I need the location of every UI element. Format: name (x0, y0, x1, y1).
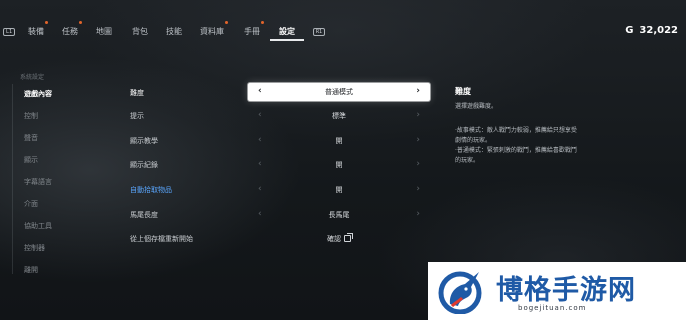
notification-dot-icon (261, 21, 264, 24)
currency-value: 32,022 (639, 25, 678, 36)
setting-label-hints: 提示 (130, 112, 144, 120)
watermark-banner: 博格手游网 bogejituan.com (428, 262, 686, 320)
tab-label: 背包 (132, 27, 148, 36)
tab-label: 任務 (62, 27, 78, 36)
notification-dot-icon (45, 21, 48, 24)
tab-manual[interactable]: 手冊 (244, 21, 264, 37)
description-line: 選擇遊戲難度。 (455, 103, 498, 110)
hints-value: 標準 (332, 112, 346, 120)
setting-label-difficulty: 難度 (130, 89, 144, 97)
description-title: 難度 (455, 87, 471, 96)
ponytail-value: 長馬尾 (328, 211, 350, 219)
unicorn-logo-icon (438, 271, 482, 314)
tab-label: 設定 (279, 27, 295, 36)
currency-display: G 32,022 (625, 25, 678, 36)
tab-database[interactable]: 資料庫 (200, 21, 228, 37)
sidebar-caption: 系統設定 (20, 74, 45, 81)
chevron-right-icon[interactable]: › (416, 209, 420, 219)
sidebar-rail (12, 84, 13, 274)
description-line: ·普通模式：緊張刺激的戰鬥，推薦給喜歡戰鬥 (455, 147, 577, 154)
tab-missions[interactable]: 任務 (62, 21, 82, 37)
difficulty-selector[interactable]: ‹ 普通模式 › (248, 83, 430, 101)
restart-confirm-label: 確認 (248, 233, 430, 244)
tab-map[interactable]: 地圖 (96, 26, 112, 37)
auto-pickup-value: 開 (335, 186, 343, 194)
setting-label-records: 顯示紀錄 (130, 161, 158, 169)
watermark-url: bogejituan.com (518, 304, 587, 312)
auto-pickup-selector[interactable]: ‹ 開 › (248, 181, 430, 199)
tab-equipment[interactable]: 裝備 (28, 21, 48, 37)
tab-inventory[interactable]: 背包 (132, 26, 148, 37)
tutorial-selector[interactable]: ‹ 開 › (248, 132, 430, 150)
tab-label: 手冊 (244, 27, 260, 36)
records-value: 開 (335, 161, 343, 169)
tab-label: 地圖 (96, 27, 112, 36)
confirm-text: 確認 (327, 235, 341, 243)
notification-dot-icon (79, 21, 82, 24)
sidebar-item-language[interactable]: 字幕語言 (24, 177, 52, 187)
description-line: ·故事模式：敵人戰鬥力較弱，推薦給只想享受 (455, 127, 577, 134)
tab-label: 裝備 (28, 27, 44, 36)
records-selector[interactable]: ‹ 開 › (248, 156, 430, 174)
chevron-right-icon[interactable]: › (416, 86, 420, 96)
chevron-right-icon[interactable]: › (416, 110, 420, 120)
sidebar-item-quit[interactable]: 離開 (24, 265, 38, 275)
restart-confirm-button[interactable]: 確認 (248, 230, 430, 248)
watermark-title: 博格手游网 (496, 275, 636, 306)
notification-dot-icon (225, 21, 228, 24)
setting-label-tutorial: 顯示教學 (130, 137, 158, 145)
sidebar-item-controller[interactable]: 控制器 (24, 243, 45, 253)
hints-selector[interactable]: ‹ 標準 › (248, 107, 430, 125)
tutorial-value: 開 (335, 137, 343, 145)
sidebar-item-display[interactable]: 顯示 (24, 155, 38, 165)
setting-label-auto-pickup: 自動拾取物品 (130, 186, 172, 194)
sidebar-item-controls[interactable]: 控制 (24, 111, 38, 121)
external-link-icon (344, 233, 353, 242)
tab-skills[interactable]: 技能 (166, 26, 182, 37)
active-tab-underline (270, 39, 304, 41)
l1-key-hint: L1 (3, 28, 15, 36)
tab-label: 資料庫 (200, 27, 224, 36)
currency-icon: G (625, 25, 634, 36)
description-line: 劇情的玩家。 (455, 137, 492, 144)
sidebar-item-sound[interactable]: 聲音 (24, 133, 38, 143)
r1-key-hint: R1 (313, 28, 325, 36)
chevron-right-icon[interactable]: › (416, 135, 420, 145)
sidebar-item-interface[interactable]: 介面 (24, 199, 38, 209)
sidebar-item-game[interactable]: 遊戲內容 (24, 89, 52, 99)
ponytail-selector[interactable]: ‹ 長馬尾 › (248, 206, 430, 224)
chevron-right-icon[interactable]: › (416, 159, 420, 169)
tab-label: 技能 (166, 27, 182, 36)
chevron-right-icon[interactable]: › (416, 184, 420, 194)
tab-settings[interactable]: 設定 (279, 26, 295, 37)
description-line: 的玩家。 (455, 157, 480, 164)
setting-label-ponytail: 馬尾長度 (130, 211, 158, 219)
top-nav: L1 裝備 任務 地圖 背包 技能 資料庫 手冊 設定 R1 G 32,022 (0, 0, 686, 44)
sidebar-item-accessibility[interactable]: 協助工具 (24, 221, 52, 231)
difficulty-value: 普通模式 (325, 88, 353, 96)
setting-label-restart-from-save: 從上個存檔重新開始 (130, 235, 193, 243)
